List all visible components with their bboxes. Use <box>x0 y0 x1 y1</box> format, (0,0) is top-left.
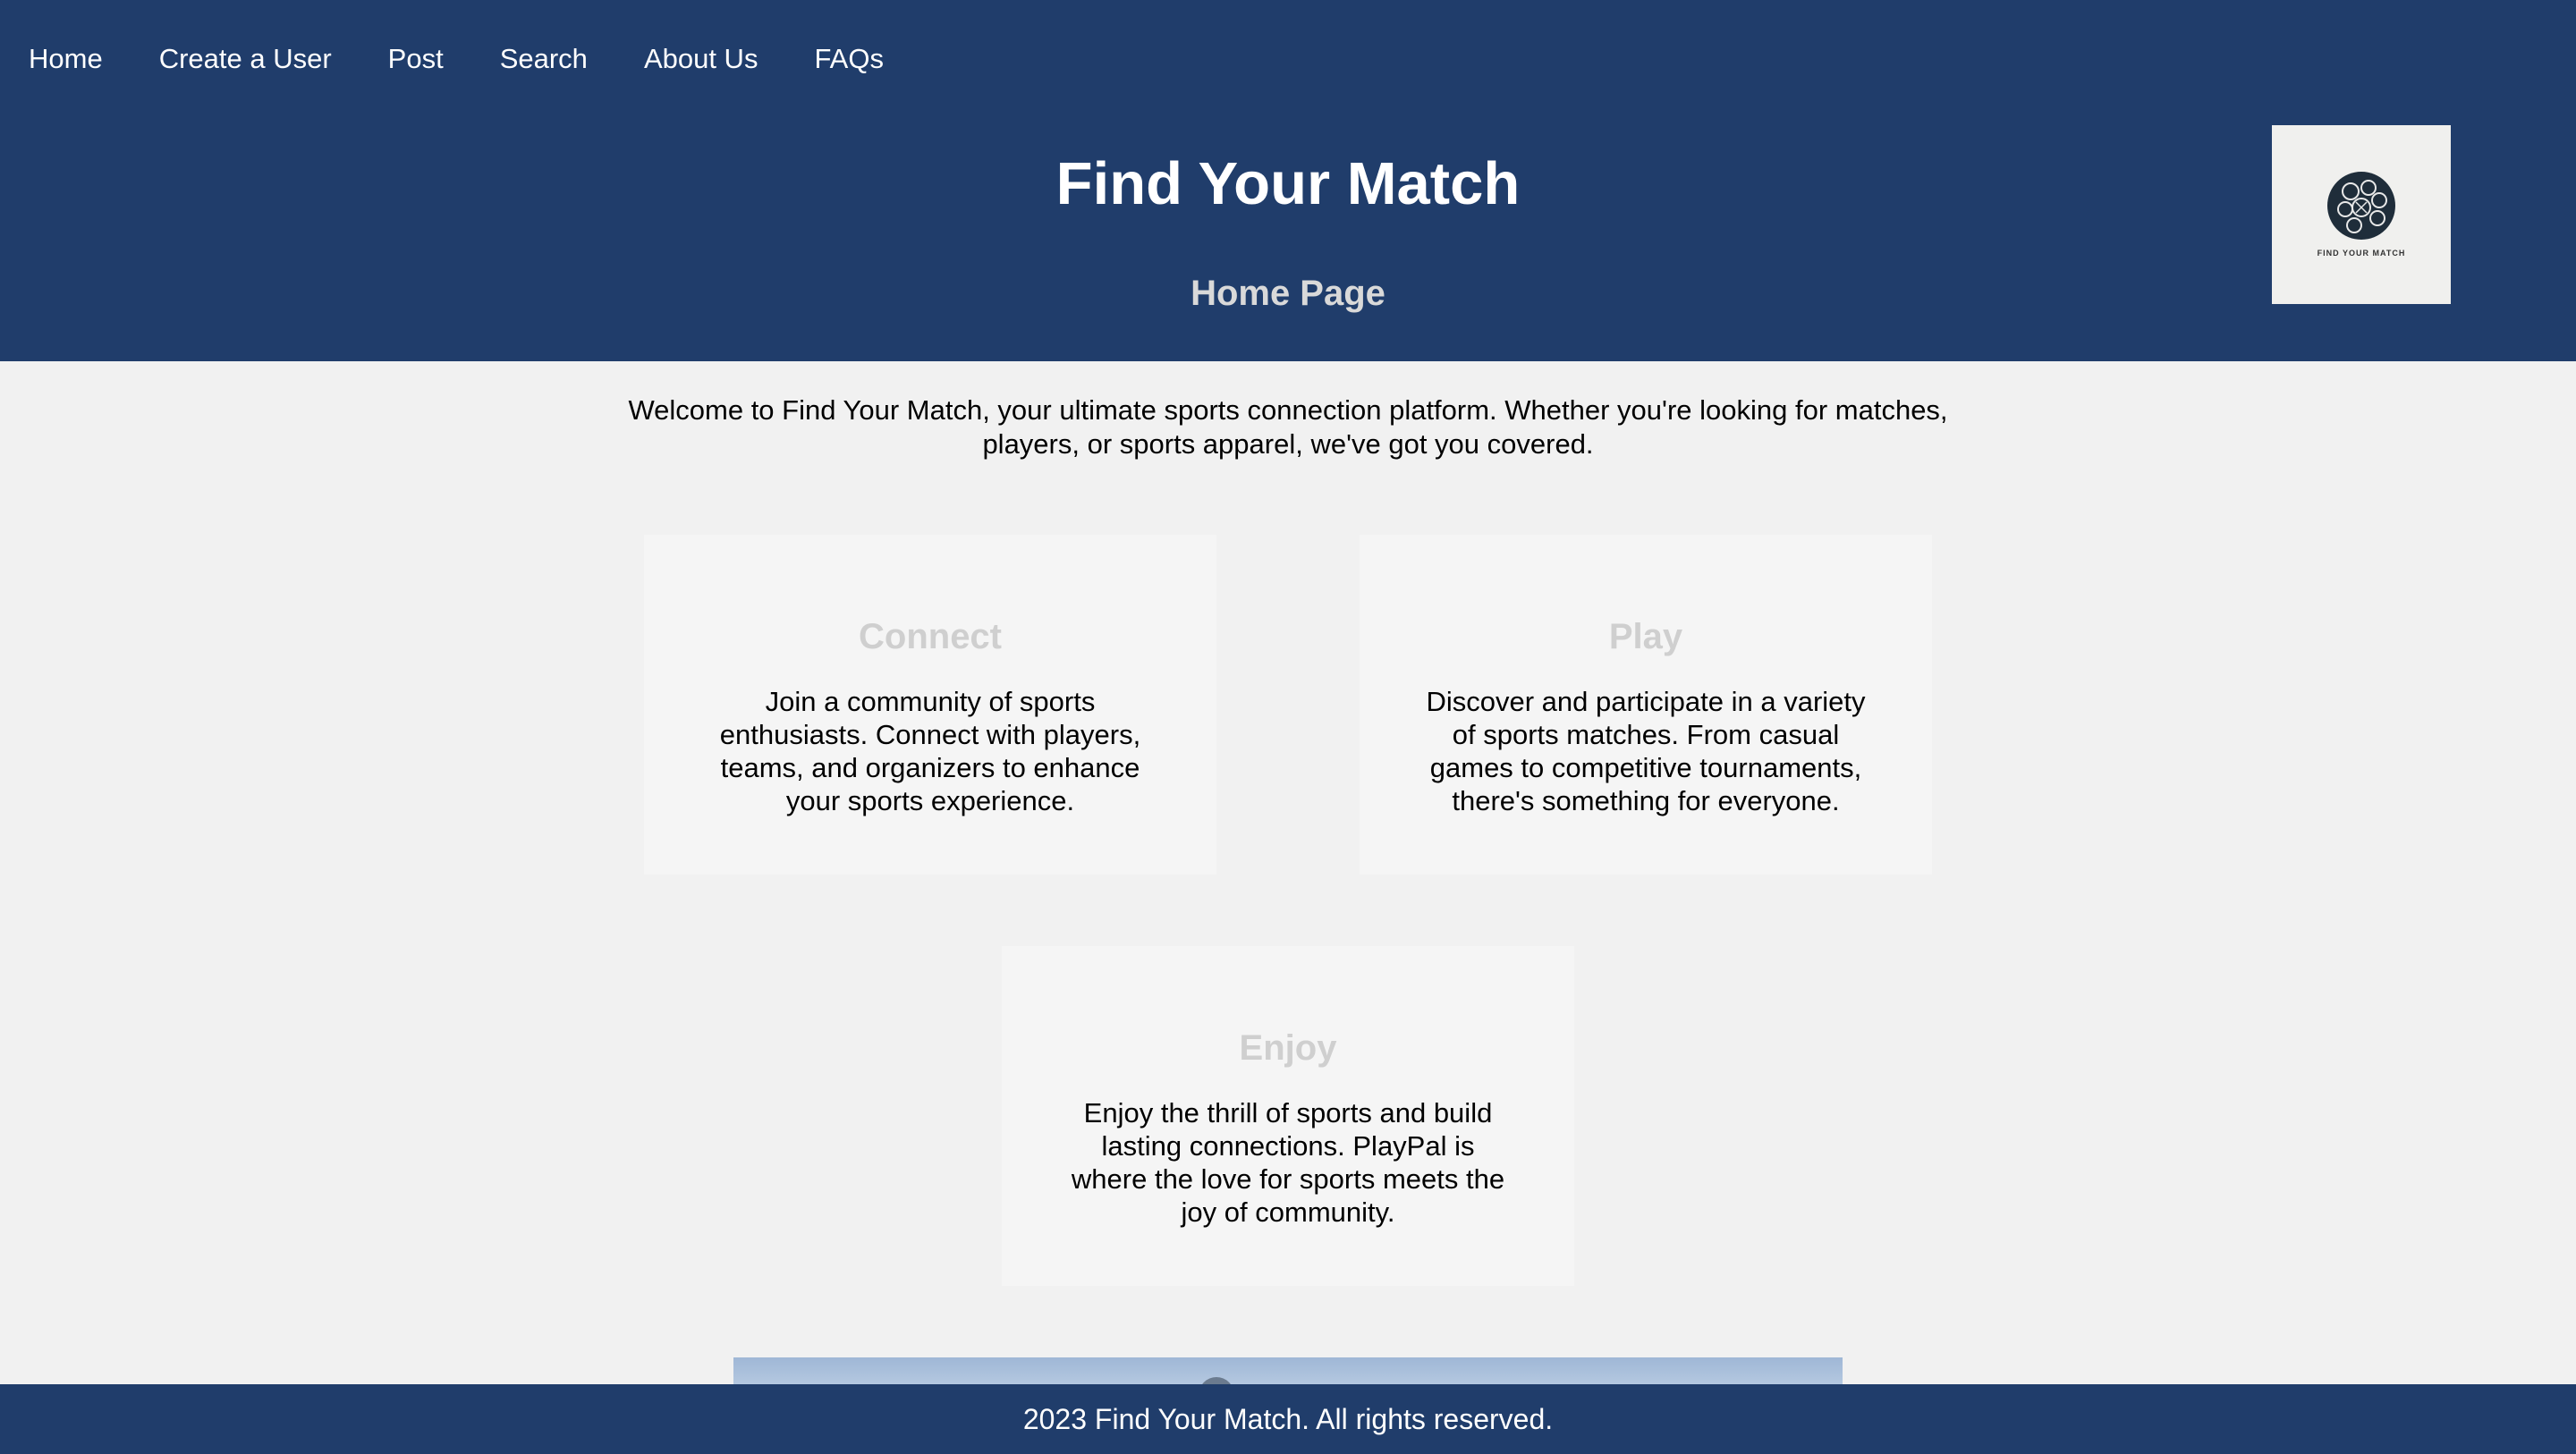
card-title: Connect <box>859 617 1002 656</box>
copyright-text: 2023 Find Your Match. All rights reserve… <box>1022 1403 1554 1435</box>
feature-card-play: Play Discover and participate in a varie… <box>1360 535 1932 875</box>
page-subtitle: Home Page <box>1191 274 1385 313</box>
nav-link-faqs[interactable]: FAQs <box>814 34 884 84</box>
nav-link-search[interactable]: Search <box>500 34 588 84</box>
card-title: Play <box>1608 617 1683 656</box>
nav-link-home[interactable]: Home <box>29 34 103 84</box>
site-header: Home Create a User Post Search About Us … <box>0 0 2576 361</box>
intro-text: Welcome to Find Your Match, your ultimat… <box>628 394 1948 460</box>
feature-card-enjoy: Enjoy Enjoy the thrill of sports and bui… <box>1002 946 1574 1286</box>
logo-text: FIND YOUR MATCH <box>2317 249 2406 258</box>
nav-link-post[interactable]: Post <box>388 34 444 84</box>
card-text: Discover and participate in a variety of… <box>1426 686 1866 816</box>
sports-balls-logo-icon <box>2327 172 2395 240</box>
card-text: Join a community of sports enthusiasts. … <box>719 686 1141 816</box>
card-text: Enjoy the thrill of sports and build las… <box>1071 1097 1505 1228</box>
feature-card-connect: Connect Join a community of sports enthu… <box>644 535 1216 875</box>
site-title: Find Your Match <box>1055 150 1521 217</box>
card-title: Enjoy <box>1239 1028 1337 1068</box>
main-nav: Home Create a User Post Search About Us … <box>0 34 911 84</box>
site-footer: 2023 Find Your Match. All rights reserve… <box>0 1384 2576 1454</box>
nav-link-about-us[interactable]: About Us <box>644 34 758 84</box>
site-logo[interactable]: FIND YOUR MATCH <box>2272 125 2451 304</box>
nav-link-create-user[interactable]: Create a User <box>159 34 332 84</box>
